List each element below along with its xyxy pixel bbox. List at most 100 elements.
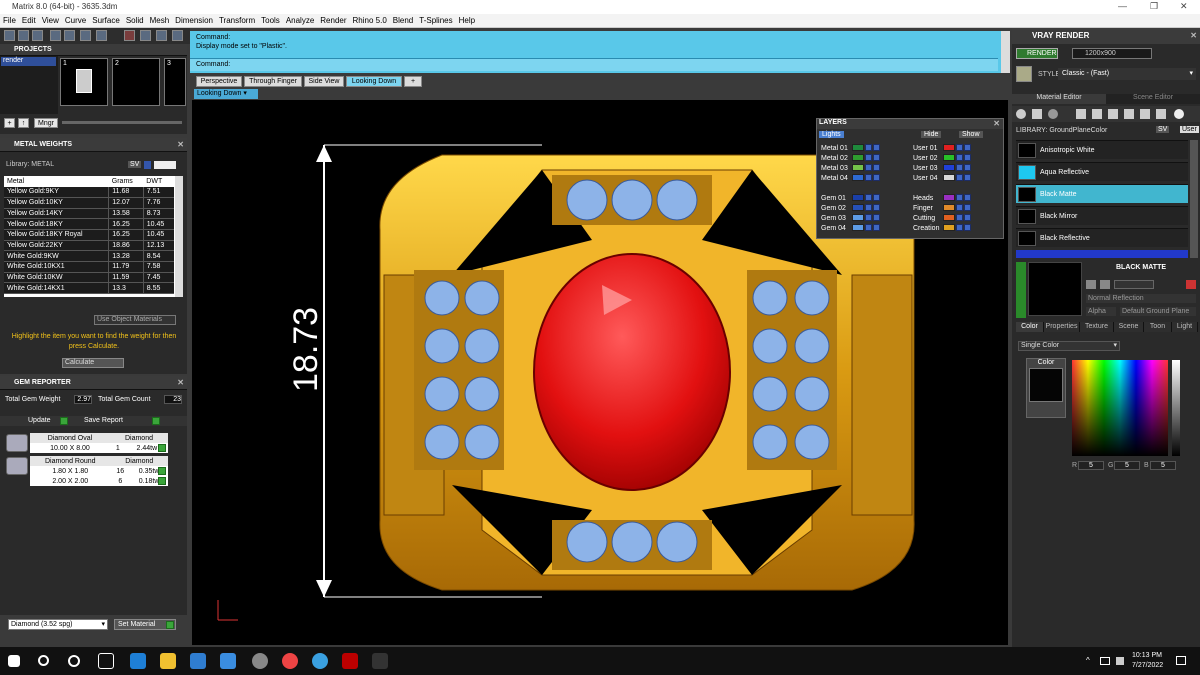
- menu-blend[interactable]: Blend: [390, 14, 416, 25]
- check-icon[interactable]: [64, 30, 75, 41]
- edit-icon[interactable]: [1140, 109, 1150, 119]
- rhino-icon[interactable]: [372, 653, 388, 669]
- eye-icon[interactable]: [872, 144, 880, 152]
- network-icon[interactable]: [1100, 657, 1110, 665]
- maximize-button[interactable]: ❐: [1150, 1, 1158, 12]
- eye-icon[interactable]: [964, 214, 972, 222]
- layer-color[interactable]: [851, 224, 864, 232]
- table-row[interactable]: White Gold:10KW 11.59 7.45: [4, 272, 174, 284]
- table-row[interactable]: White Gold:10KX1 11.79 7.58: [4, 261, 174, 273]
- gem-row-go-icon[interactable]: [158, 467, 166, 475]
- eye-icon[interactable]: [964, 144, 972, 152]
- project-thumb-3[interactable]: 3: [164, 58, 186, 106]
- gem-row-go-icon[interactable]: [158, 444, 166, 452]
- material-item-partial[interactable]: [1016, 250, 1188, 258]
- layer-row[interactable]: Gem 01: [819, 193, 882, 203]
- layer-color[interactable]: [943, 204, 956, 212]
- layer-color[interactable]: [943, 174, 956, 182]
- eye-icon[interactable]: [872, 194, 880, 202]
- eye-icon[interactable]: [872, 224, 880, 232]
- table-row[interactable]: Yellow Gold:9KY 11.68 7.51: [4, 186, 174, 198]
- search-icon[interactable]: [38, 655, 49, 666]
- new-icon[interactable]: [4, 30, 15, 41]
- eye-icon[interactable]: [964, 194, 972, 202]
- eye-icon[interactable]: [872, 174, 880, 182]
- material-item[interactable]: Anisotropic White: [1016, 140, 1188, 159]
- layer-row[interactable]: User 03: [911, 163, 973, 173]
- menu-edit[interactable]: Edit: [19, 14, 39, 25]
- app-icon[interactable]: [252, 653, 268, 669]
- tab-scene-editor[interactable]: Scene Editor: [1106, 94, 1200, 104]
- layout-icon[interactable]: [140, 30, 151, 41]
- lock-icon[interactable]: [864, 154, 872, 162]
- brightness-slider[interactable]: [1172, 360, 1180, 456]
- lock-icon[interactable]: [864, 174, 872, 182]
- bump-icon[interactable]: [1108, 109, 1118, 119]
- command-scrollbar[interactable]: [1001, 31, 1010, 73]
- gem-row-go-icon[interactable]: [158, 477, 166, 485]
- use-object-materials-toggle[interactable]: Use Object Materials: [94, 315, 176, 325]
- b-field[interactable]: 5: [1150, 461, 1176, 470]
- refresh-icon[interactable]: [1100, 280, 1110, 289]
- tab-color[interactable]: Color: [1016, 322, 1044, 332]
- layer-row[interactable]: Cutting: [911, 213, 973, 223]
- update-button[interactable]: Update: [28, 417, 51, 424]
- layer-color[interactable]: [851, 194, 864, 202]
- tab-looking-down[interactable]: Looking Down: [346, 76, 402, 87]
- shade-icon[interactable]: [172, 30, 183, 41]
- layer-row[interactable]: Metal 04: [819, 173, 882, 183]
- set-material-button[interactable]: Set Material: [114, 619, 176, 630]
- eye-icon[interactable]: [964, 164, 972, 172]
- layer-color[interactable]: [943, 224, 956, 232]
- tab-material-editor[interactable]: Material Editor: [1012, 94, 1106, 104]
- tab-texture[interactable]: Texture: [1080, 322, 1114, 332]
- chrome-icon[interactable]: [282, 653, 298, 669]
- matrix-icon[interactable]: [342, 653, 358, 669]
- store-icon[interactable]: [190, 653, 206, 669]
- windows-start-icon[interactable]: [8, 655, 20, 667]
- sphere-icon[interactable]: [1016, 109, 1026, 119]
- menu-transform[interactable]: Transform: [216, 14, 258, 25]
- browser-icon[interactable]: [312, 653, 328, 669]
- clock-time[interactable]: 10:13 PM: [1132, 652, 1162, 659]
- alpha-field[interactable]: Alpha: [1086, 307, 1116, 316]
- render-button[interactable]: RENDER: [1016, 48, 1058, 59]
- gem-icon[interactable]: [1032, 109, 1042, 119]
- layer-row[interactable]: Gem 02: [819, 203, 882, 213]
- material-item[interactable]: Aqua Reflective: [1016, 162, 1188, 181]
- layer-row[interactable]: Creation: [911, 223, 973, 233]
- eye-icon[interactable]: [964, 224, 972, 232]
- lock-icon[interactable]: [864, 144, 872, 152]
- close-icon[interactable]: ✕: [177, 376, 184, 390]
- edge-icon[interactable]: [130, 653, 146, 669]
- lock-icon[interactable]: [864, 224, 872, 232]
- layer-row[interactable]: Metal 03: [819, 163, 882, 173]
- layer-color[interactable]: [943, 154, 956, 162]
- menu-tools[interactable]: Tools: [258, 14, 283, 25]
- delete-icon[interactable]: [1186, 280, 1196, 289]
- layer-color[interactable]: [943, 194, 956, 202]
- menu-curve[interactable]: Curve: [62, 14, 89, 25]
- bulb-icon[interactable]: [1156, 109, 1166, 119]
- lock-icon[interactable]: [956, 214, 964, 222]
- layer-row[interactable]: Gem 03: [819, 213, 882, 223]
- table-row[interactable]: Yellow Gold:22KY 18.86 12.13: [4, 240, 174, 252]
- volume-icon[interactable]: [1116, 657, 1124, 665]
- show-button[interactable]: Show: [959, 131, 983, 138]
- layer-row[interactable]: Finger: [911, 203, 973, 213]
- menu-dimension[interactable]: Dimension: [172, 14, 216, 25]
- file-explorer-icon[interactable]: [160, 653, 176, 669]
- table-row[interactable]: Yellow Gold:14KY 13.58 8.73: [4, 208, 174, 220]
- layer-color[interactable]: [851, 154, 864, 162]
- material-scrollbar[interactable]: [1190, 140, 1198, 258]
- update-go-icon[interactable]: [60, 417, 68, 425]
- menu-rhino[interactable]: Rhino 5.0: [350, 14, 390, 25]
- notification-icon[interactable]: [1176, 656, 1186, 665]
- material-item[interactable]: Black Mirror: [1016, 206, 1188, 225]
- close-icon[interactable]: ✕: [177, 138, 184, 152]
- lock-icon[interactable]: [956, 224, 964, 232]
- layer-row[interactable]: User 01: [911, 143, 973, 153]
- lock-icon[interactable]: [864, 194, 872, 202]
- name-field[interactable]: [1114, 280, 1154, 289]
- layer-color[interactable]: [851, 164, 864, 172]
